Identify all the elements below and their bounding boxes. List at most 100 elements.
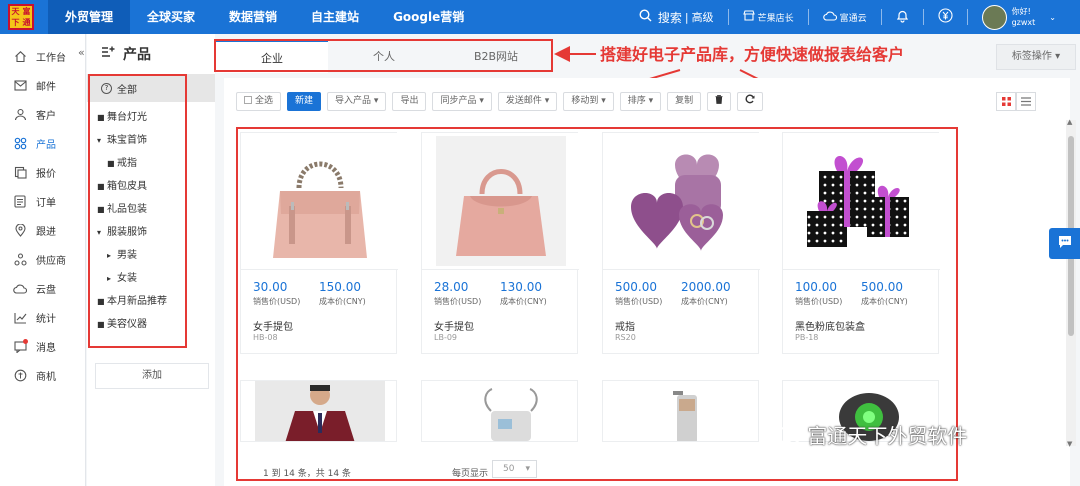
quote-icon [13, 166, 27, 180]
logo-char: 通 [22, 18, 31, 27]
sidebar-item-orders[interactable]: 订单 [0, 187, 85, 216]
caret-down-icon: ▾ [373, 96, 379, 106]
top-nav: 外贸管理 全球买家 数据营销 自主建站 Google营销 [48, 0, 481, 34]
export-button[interactable]: 导出 [392, 92, 427, 111]
chat-bubble-icon [1057, 235, 1073, 252]
main-sidebar: 工作台 邮件 客户 产品 报价 订单 跟进 供应商 云盘 统计 消息 商机 [0, 34, 86, 486]
sidebar-item-workbench[interactable]: 工作台 [0, 42, 85, 71]
collapse-sidebar-icon[interactable]: « [78, 46, 85, 59]
sidebar-item-quotes[interactable]: 报价 [0, 158, 85, 187]
greeting-text: 你好! [1011, 7, 1031, 16]
location-pin-icon [13, 224, 27, 238]
wechat-icon [775, 424, 801, 448]
refresh-button[interactable] [737, 92, 764, 111]
add-category-button[interactable]: 添加 [95, 363, 209, 389]
sidebar-item-followup[interactable]: 跟进 [0, 216, 85, 245]
grid-view-icon[interactable] [996, 92, 1016, 111]
caret-down-icon: ▾ [1051, 51, 1061, 62]
sidebar-item-stats[interactable]: 统计 [0, 303, 85, 332]
top-bar: 天 富 下 通 外贸管理 全球买家 数据营销 自主建站 Google营销 搜索 … [0, 0, 1080, 34]
sidebar-item-label: 云盘 [36, 285, 56, 296]
brand-logo[interactable]: 天 富 下 通 [8, 4, 34, 30]
username-text: gzwxt [1011, 18, 1036, 27]
scroll-down-icon[interactable]: ▼ [1067, 440, 1072, 448]
annotation-box-tabs [214, 39, 553, 72]
sort-dropdown[interactable]: 排序 ▾ [619, 92, 662, 111]
per-page-label: 每页显示 [452, 469, 489, 479]
sidebar-item-mail[interactable]: 邮件 [0, 71, 85, 100]
cloud-link[interactable]: 富通云 [840, 11, 867, 24]
view-toggle [996, 92, 1036, 111]
advanced-search-button[interactable]: 高级 [692, 9, 714, 25]
select-all-label: 全选 [255, 96, 274, 106]
sidebar-item-messages[interactable]: 消息 [0, 332, 85, 361]
divider: | [684, 10, 689, 24]
caret-down-icon: ▾ [479, 96, 484, 106]
sidebar-item-label: 跟进 [36, 227, 56, 238]
top-nav-buyers[interactable]: 全球买家 [130, 0, 212, 34]
delete-button[interactable] [707, 92, 732, 111]
category-header: 产品 [87, 34, 215, 74]
sidebar-item-products[interactable]: 产品 [0, 129, 85, 158]
sidebar-item-label: 邮件 [36, 82, 56, 93]
sync-label: 同步产品 [440, 96, 477, 106]
add-category-icon[interactable] [101, 46, 115, 62]
per-page-value: 50 [503, 464, 515, 474]
divider [922, 9, 924, 25]
top-nav-marketing[interactable]: 数据营销 [212, 0, 294, 34]
order-icon [13, 195, 27, 209]
divider [880, 9, 882, 25]
top-nav-site[interactable]: 自主建站 [294, 0, 376, 34]
sidebar-item-label: 产品 [36, 140, 56, 151]
sidebar-item-clouddisk[interactable]: 云盘 [0, 274, 85, 303]
shop-link[interactable]: 芒果店长 [758, 11, 794, 24]
vertical-scrollbar[interactable]: ▲ ▼ [1066, 118, 1076, 448]
list-view-icon[interactable] [1016, 92, 1036, 111]
user-info[interactable]: 你好! gzwxt [1012, 6, 1036, 28]
sidebar-item-label: 工作台 [36, 53, 66, 64]
search-icon[interactable] [639, 9, 652, 25]
trash-icon [715, 95, 723, 106]
move-to-dropdown[interactable]: 移动到 ▾ [563, 92, 614, 111]
logo-char: 下 [11, 18, 20, 27]
stats-icon [13, 311, 27, 325]
top-nav-google[interactable]: Google营销 [376, 0, 481, 34]
sidebar-item-suppliers[interactable]: 供应商 [0, 245, 85, 274]
scroll-up-icon[interactable]: ▲ [1067, 118, 1072, 126]
product-toolbar: 全选 新建 导入产品 ▾ 导出 同步产品 ▾ 发送邮件 ▾ 移动到 ▾ 排序 ▾… [236, 92, 764, 111]
refresh-icon [745, 94, 755, 106]
bell-icon[interactable] [896, 9, 909, 26]
customers-icon [13, 108, 27, 122]
copy-button[interactable]: 复制 [667, 92, 702, 111]
tag-operations-dropdown[interactable]: 标签操作 ▾ [996, 44, 1076, 70]
supplier-icon [13, 253, 27, 267]
sidebar-item-opportunities[interactable]: 商机 [0, 361, 85, 390]
top-right-tools: 搜索 | 高级 芒果店长 富通云 你好! gzwxt ⌄ [639, 0, 1080, 34]
per-page-select[interactable]: 50 ▾ [492, 460, 537, 478]
sort-label: 排序 [627, 96, 646, 106]
currency-icon[interactable] [938, 8, 953, 26]
annotation-box-categories [88, 74, 187, 348]
tag-op-label: 标签操作 [1011, 51, 1052, 62]
sidebar-item-label: 报价 [36, 169, 56, 180]
sidebar-item-label: 供应商 [36, 256, 66, 267]
new-product-button[interactable]: 新建 [287, 92, 322, 111]
home-icon [13, 50, 27, 64]
message-icon [13, 338, 28, 354]
top-nav-trade[interactable]: 外贸管理 [48, 0, 131, 34]
chat-float-button[interactable] [1049, 228, 1080, 259]
sidebar-item-label: 商机 [36, 372, 56, 383]
avatar[interactable] [981, 4, 1007, 30]
search-button[interactable]: 搜索 [658, 9, 682, 26]
pagination-summary: 1 到 14 条，共 14 条 [263, 469, 351, 479]
sidebar-item-customers[interactable]: 客户 [0, 100, 85, 129]
chevron-down-icon[interactable]: ⌄ [1049, 13, 1056, 22]
sidebar-item-label: 统计 [36, 314, 56, 325]
watermark: 富通天下外贸软件 [775, 420, 967, 449]
send-mail-dropdown[interactable]: 发送邮件 ▾ [497, 92, 558, 111]
logo-char: 天 [11, 7, 20, 16]
sync-products-dropdown[interactable]: 同步产品 ▾ [432, 92, 492, 111]
select-all-checkbox[interactable]: 全选 [236, 92, 282, 111]
page-title: 产品 [123, 47, 151, 63]
import-products-dropdown[interactable]: 导入产品 ▾ [327, 92, 387, 111]
